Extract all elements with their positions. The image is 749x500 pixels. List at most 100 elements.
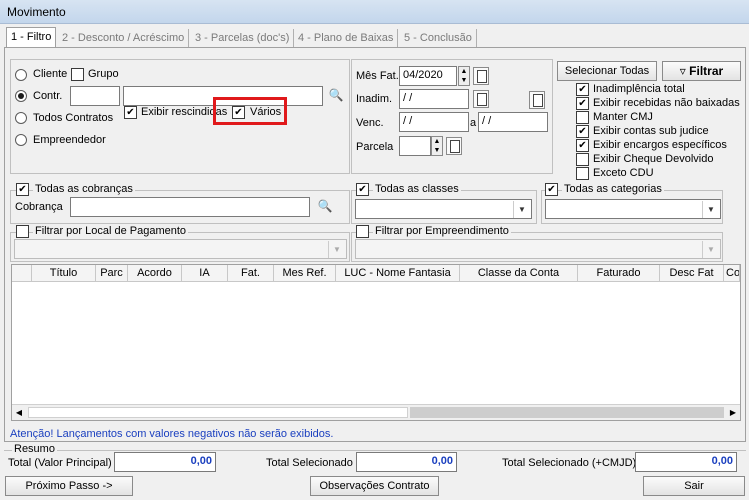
filtrar-local-label: Filtrar por Local de Pagamento xyxy=(33,225,189,237)
option-checkbox[interactable] xyxy=(576,83,589,96)
highlight-box xyxy=(213,97,287,125)
filtrar-button[interactable]: ▿ Filtrar xyxy=(662,61,741,81)
selecionar-todas-button[interactable]: Selecionar Todas xyxy=(557,61,657,81)
option-checkbox[interactable] xyxy=(576,153,589,166)
total-selecionado-label: Total Selecionado xyxy=(266,457,353,469)
dates-group: Mês Fat. 04/2020 ▲ ▼ Inadim. / / Venc. / … xyxy=(351,59,553,174)
parcela-doc-icon[interactable] xyxy=(446,137,462,155)
venc-label: Venc. xyxy=(356,117,384,129)
grid-column-header[interactable]: Acordo xyxy=(128,265,182,282)
venc-to-input[interactable]: / / xyxy=(478,112,548,132)
option-label: Exibir contas sub judice xyxy=(593,125,709,137)
total-principal-label: Total (Valor Principal) xyxy=(8,457,112,469)
cobranca-input[interactable] xyxy=(70,197,310,217)
venc-calendar-icon[interactable] xyxy=(529,91,545,109)
option-label: Inadimplência total xyxy=(593,83,685,95)
radio-empreendedor[interactable] xyxy=(15,134,27,146)
radio-cliente[interactable] xyxy=(15,69,27,81)
cobranca-group: 🔍 Cobrança xyxy=(10,190,350,224)
search-cobranca-icon[interactable]: 🔍 xyxy=(315,197,335,215)
scroll-thumb[interactable] xyxy=(410,407,724,418)
tab-parcelas[interactable]: 3 - Parcelas (doc's) xyxy=(191,29,295,48)
filtrar-local-checkbox[interactable] xyxy=(16,225,29,238)
total-selecionado-value: 0,00 xyxy=(356,452,457,472)
resumo-title: Resumo xyxy=(12,443,57,455)
parcela-label: Parcela xyxy=(356,141,394,153)
grid-column-header[interactable]: Parc xyxy=(96,265,128,282)
todos-contratos-label: Todos Contratos xyxy=(33,112,114,124)
option-checkbox[interactable] xyxy=(576,111,589,124)
todas-cobrancas-checkbox[interactable] xyxy=(16,183,29,196)
tab-desconto[interactable]: 2 - Desconto / Acréscimo xyxy=(58,29,190,48)
radio-todos-contratos[interactable] xyxy=(15,112,27,124)
tab-filtro[interactable]: 1 - Filtro xyxy=(6,27,57,48)
tab-plano-baixas[interactable]: 4 - Plano de Baixas xyxy=(294,29,399,48)
option-label: Exceto CDU xyxy=(593,167,654,179)
grid-column-header[interactable]: Classe da Conta xyxy=(460,265,578,282)
exibir-rescindidos-checkbox[interactable] xyxy=(124,106,137,119)
option-label: Manter CMJ xyxy=(593,111,653,123)
grid-header: Título Parc Acordo IA Fat. Mes Ref. LUC … xyxy=(12,265,740,282)
grid-column-header[interactable]: IA xyxy=(182,265,228,282)
classes-select[interactable]: ▼ xyxy=(355,199,532,219)
option-checkbox[interactable] xyxy=(576,167,589,180)
cobranca-label: Cobrança xyxy=(15,201,63,213)
grid-column-header[interactable]: Título xyxy=(32,265,96,282)
grid-indicator-column xyxy=(12,265,32,282)
parcela-spinner[interactable]: ▲ ▼ xyxy=(431,136,443,156)
option-checkbox[interactable] xyxy=(576,139,589,152)
option-checkbox[interactable] xyxy=(576,125,589,138)
cliente-label: Cliente xyxy=(33,68,68,80)
mes-fat-spinner[interactable]: ▲ ▼ xyxy=(458,66,470,86)
radio-contr[interactable] xyxy=(15,90,27,102)
scroll-track-empty xyxy=(28,407,408,418)
grid-horizontal-scrollbar[interactable]: ◀ ▶ xyxy=(12,404,740,420)
categorias-select[interactable]: ▼ xyxy=(545,199,721,219)
tab-conclusao[interactable]: 5 - Conclusão xyxy=(400,29,477,48)
grupo-label: Grupo xyxy=(88,68,119,80)
scroll-right-icon[interactable]: ▶ xyxy=(726,405,740,420)
chevron-down-icon: ▼ xyxy=(328,241,345,258)
client-selection-group: Cliente Grupo Contr. 🔍 Exibir rescindida… xyxy=(10,59,350,174)
venc-from-input[interactable]: / / xyxy=(399,112,469,132)
grid-column-header[interactable]: Co xyxy=(724,265,740,282)
todas-categorias-label: Todas as categorias xyxy=(562,183,664,195)
grid-column-header[interactable]: Faturado xyxy=(578,265,660,282)
total-principal-value: 0,00 xyxy=(114,452,216,472)
grid-column-header[interactable]: Desc Fat xyxy=(660,265,724,282)
grid-column-header[interactable]: Mes Ref. xyxy=(274,265,336,282)
contr-code-input[interactable] xyxy=(70,86,120,106)
observacoes-contrato-button[interactable]: Observações Contrato xyxy=(310,476,439,496)
todas-categorias-checkbox[interactable] xyxy=(545,183,558,196)
scroll-left-icon[interactable]: ◀ xyxy=(12,405,26,420)
grid-column-header[interactable]: LUC - Nome Fantasia xyxy=(336,265,460,282)
mes-fat-label: Mês Fat. xyxy=(356,70,399,82)
negative-values-warning: Atenção! Lançamentos com valores negativ… xyxy=(10,428,334,440)
grupo-checkbox[interactable] xyxy=(71,68,84,81)
search-contr-icon[interactable]: 🔍 xyxy=(326,86,346,104)
mes-fat-input[interactable]: 04/2020 xyxy=(399,66,457,86)
inadim-calendar-icon[interactable] xyxy=(473,90,489,108)
grid-column-header[interactable]: Fat. xyxy=(228,265,274,282)
todas-classes-label: Todas as classes xyxy=(373,183,461,195)
local-pagamento-select[interactable]: ▼ xyxy=(14,239,347,259)
chevron-down-icon: ▼ xyxy=(702,241,719,258)
option-label: Exibir Cheque Devolvido xyxy=(593,153,714,165)
mes-fat-calendar-icon[interactable] xyxy=(473,67,489,85)
sair-button[interactable]: Sair xyxy=(643,476,745,496)
window-title: Movimento xyxy=(7,5,66,19)
empreendimento-select[interactable]: ▼ xyxy=(355,239,721,259)
todas-classes-checkbox[interactable] xyxy=(356,183,369,196)
results-grid[interactable]: Título Parc Acordo IA Fat. Mes Ref. LUC … xyxy=(11,264,741,421)
empreendedor-label: Empreendedor xyxy=(33,134,106,146)
chevron-down-icon: ▼ xyxy=(702,201,719,218)
inadim-input[interactable]: / / xyxy=(399,89,469,109)
filter-funnel-icon: ▿ xyxy=(679,64,686,78)
filtrar-empreendimento-checkbox[interactable] xyxy=(356,225,369,238)
proximo-passo-button[interactable]: Próximo Passo -> xyxy=(5,476,133,496)
inadim-label: Inadim. xyxy=(356,93,393,105)
total-cmjd-value: 0,00 xyxy=(635,452,737,472)
filtrar-label: Filtrar xyxy=(689,64,724,78)
parcela-input[interactable] xyxy=(399,136,431,156)
option-checkbox[interactable] xyxy=(576,97,589,110)
